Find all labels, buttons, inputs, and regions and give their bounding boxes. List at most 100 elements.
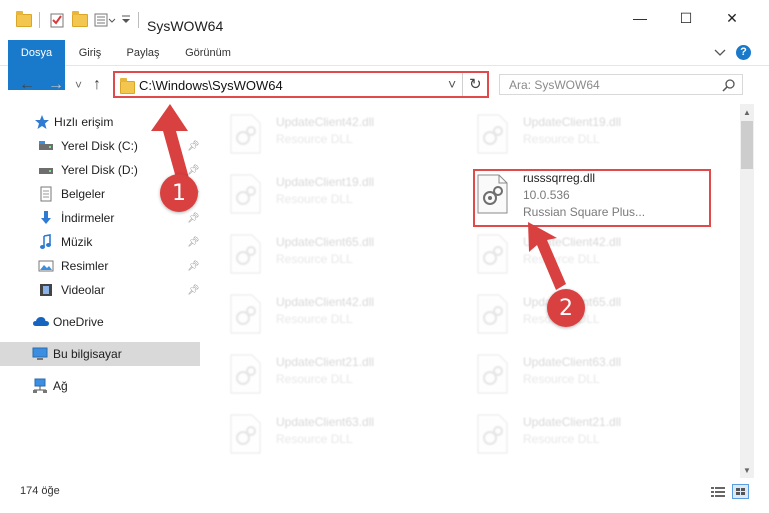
music-icon	[38, 234, 54, 250]
sidebar-item-label: Resimler	[61, 259, 109, 273]
sidebar-item-this-pc[interactable]: Bu bilgisayar	[0, 342, 200, 366]
dll-file-icon	[230, 294, 261, 334]
title-separator	[138, 11, 139, 29]
tab-gorunum[interactable]: Görünüm	[177, 40, 239, 66]
video-icon	[38, 282, 54, 298]
sidebar-item-label: Videolar	[61, 283, 105, 297]
file-list: UpdateClient42.dll Resource DLL UpdateCl…	[205, 104, 740, 478]
recent-locations-button[interactable]: ˅	[75, 78, 82, 92]
file-name: UpdateClient21.dll	[523, 415, 622, 429]
pin-icon: 📌︎	[187, 284, 200, 296]
window-title: SysWOW64	[147, 18, 224, 34]
dll-file-icon	[230, 114, 261, 154]
step-1-badge: 1	[160, 174, 198, 212]
address-bar[interactable]: C:\Windows\SysWOW64 ˅ ↻	[113, 71, 489, 98]
dll-file-icon	[477, 114, 508, 154]
dll-file-icon	[230, 234, 261, 274]
properties-icon[interactable]	[49, 11, 65, 29]
file-description: Resource DLL	[276, 372, 353, 386]
qa-dropdown-icon[interactable]	[121, 11, 131, 29]
help-icon[interactable]: ?	[736, 45, 751, 60]
file-name: UpdateClient65.dll	[276, 235, 375, 249]
dll-file-icon	[477, 234, 508, 274]
sidebar-item-quick-access[interactable]: Hızlı erişim	[0, 110, 200, 134]
sidebar-item-label: Hızlı erişim	[54, 115, 114, 129]
file-name: UpdateClient21.dll	[276, 355, 375, 369]
sidebar-item-onedrive[interactable]: OneDrive	[0, 310, 200, 334]
sidebar-item-label: Müzik	[61, 235, 93, 249]
customize-toolbar-icon[interactable]	[94, 11, 116, 29]
search-input[interactable]: Ara: SysWOW64	[509, 78, 600, 92]
scroll-down-icon[interactable]: ▼	[743, 466, 751, 475]
scroll-up-icon[interactable]: ▲	[743, 108, 751, 117]
new-folder-icon[interactable]	[72, 10, 88, 29]
back-button[interactable]: ←	[19, 76, 35, 94]
pin-icon: 📌︎	[187, 164, 200, 176]
sidebar-item-network[interactable]: Ağ	[0, 374, 200, 398]
sidebar-item-label: Bu bilgisayar	[53, 347, 122, 361]
drive-icon	[38, 138, 54, 154]
file-name: UpdateClient42.dll	[523, 235, 622, 249]
pictures-icon	[38, 258, 54, 274]
address-path: C:\Windows\SysWOW64	[139, 78, 283, 93]
dll-file-icon	[230, 174, 261, 214]
address-dropdown-button[interactable]: ˅	[448, 76, 456, 92]
file-description: Resource DLL	[276, 252, 353, 266]
search-box[interactable]: Ara: SysWOW64	[499, 74, 743, 95]
documents-icon	[38, 186, 54, 202]
cloud-icon	[32, 314, 49, 330]
address-divider	[462, 73, 463, 96]
list-item[interactable]: UpdateClient19.dll Resource DLL	[475, 109, 715, 159]
pin-icon: 📌︎	[187, 140, 200, 152]
chevron-down-icon[interactable]	[714, 47, 726, 61]
up-button[interactable]: ↑	[93, 76, 101, 94]
minimize-button[interactable]: —	[617, 0, 663, 36]
tiles-view-icon[interactable]	[732, 484, 749, 499]
list-item[interactable]: UpdateClient42.dll Resource DLL	[228, 289, 468, 339]
ribbon-tabs: Dosya Giriş Paylaş Görünüm ?	[0, 40, 769, 90]
list-item[interactable]: UpdateClient63.dll Resource DLL	[475, 349, 715, 399]
list-item[interactable]: UpdateClient19.dll Resource DLL	[228, 169, 468, 219]
details-view-icon[interactable]	[711, 486, 725, 501]
file-name: UpdateClient19.dll	[523, 115, 622, 129]
tab-paylas[interactable]: Paylaş	[119, 40, 167, 66]
file-highlight-box	[473, 169, 711, 227]
list-item[interactable]: UpdateClient42.dll Resource DLL	[228, 109, 468, 159]
status-bar: 174 öğe	[0, 478, 769, 513]
list-item[interactable]: UpdateClient63.dll Resource DLL	[228, 409, 468, 459]
star-icon	[34, 114, 50, 130]
file-description: Resource DLL	[276, 432, 353, 446]
sidebar-item-disk-c[interactable]: Yerel Disk (C:) 📌︎	[0, 134, 200, 158]
list-item[interactable]: UpdateClient21.dll Resource DLL	[228, 349, 468, 399]
file-description: Resource DLL	[276, 192, 353, 206]
list-item[interactable]: UpdateClient42.dll Resource DLL	[475, 229, 715, 279]
dll-file-icon	[230, 354, 261, 394]
file-description: Resource DLL	[523, 252, 600, 266]
refresh-button[interactable]: ↻	[469, 75, 482, 93]
drive-icon	[38, 162, 54, 178]
tab-giris[interactable]: Giriş	[70, 40, 110, 66]
pin-icon: 📌︎	[187, 212, 200, 224]
folder-icon	[16, 10, 32, 29]
forward-button[interactable]: →	[48, 76, 64, 94]
dll-file-icon	[477, 414, 508, 454]
maximize-button[interactable]: ☐	[663, 0, 709, 36]
sidebar-item-label: OneDrive	[53, 315, 104, 329]
file-name: UpdateClient63.dll	[276, 415, 375, 429]
file-description: Resource DLL	[276, 312, 353, 326]
file-description: Resource DLL	[523, 132, 600, 146]
close-button[interactable]: ✕	[709, 0, 755, 36]
sidebar-item-label: Yerel Disk (C:)	[61, 139, 138, 153]
list-item[interactable]: UpdateClient65.dll Resource DLL	[228, 229, 468, 279]
scrollbar-thumb[interactable]	[741, 121, 753, 169]
file-description: Resource DLL	[523, 372, 600, 386]
file-name: UpdateClient63.dll	[523, 355, 622, 369]
sidebar-item-label: İndirmeler	[61, 211, 115, 225]
sidebar-item-music[interactable]: Müzik 📌︎	[0, 230, 200, 254]
sidebar-item-videos[interactable]: Videolar 📌︎	[0, 278, 200, 302]
list-item[interactable]: UpdateClient21.dll Resource DLL	[475, 409, 715, 459]
list-item[interactable]: UpdateClient65.dll Resource DLL	[475, 289, 715, 339]
pin-icon: 📌︎	[187, 236, 200, 248]
sidebar-item-pictures[interactable]: Resimler 📌︎	[0, 254, 200, 278]
search-icon	[722, 78, 736, 95]
